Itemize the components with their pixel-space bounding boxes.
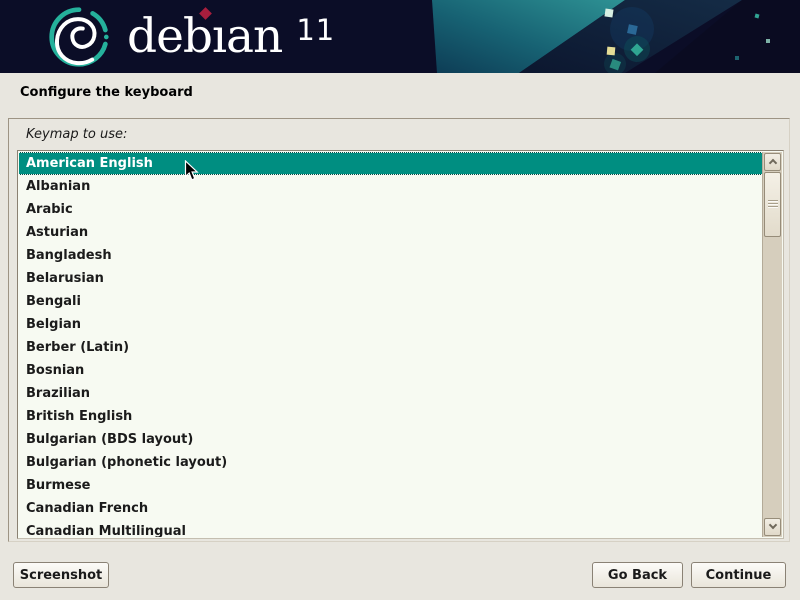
list-item[interactable]: British English (19, 405, 762, 428)
debian-wordmark: debıan (127, 0, 282, 73)
list-item[interactable]: Belgian (19, 313, 762, 336)
list-item[interactable]: Canadian Multilingual (19, 520, 762, 537)
list-item[interactable]: Bosnian (19, 359, 762, 382)
keymap-label: Keymap to use: (26, 127, 127, 142)
list-item[interactable]: Brazilian (19, 382, 762, 405)
keymap-rows: American EnglishAlbanianArabicAsturianBa… (19, 152, 762, 537)
list-item[interactable]: Bangladesh (19, 244, 762, 267)
list-item[interactable]: Bulgarian (BDS layout) (19, 428, 762, 451)
screenshot-button[interactable]: Screenshot (13, 562, 109, 588)
keymap-list[interactable]: American EnglishAlbanianArabicAsturianBa… (17, 150, 784, 539)
scrollbar-grip-icon (768, 200, 778, 208)
chevron-up-icon (768, 159, 776, 167)
list-item[interactable]: American English (19, 152, 762, 175)
list-item[interactable]: Asturian (19, 221, 762, 244)
list-item[interactable]: Belarusian (19, 267, 762, 290)
list-item[interactable]: Bengali (19, 290, 762, 313)
brand: debıan 11 (46, 0, 335, 73)
list-item[interactable]: Burmese (19, 474, 762, 497)
list-item[interactable]: Bulgarian (phonetic layout) (19, 451, 762, 474)
debian-swirl-icon (46, 5, 112, 69)
list-item[interactable]: Berber (Latin) (19, 336, 762, 359)
page-title: Configure the keyboard (20, 85, 193, 100)
list-item[interactable]: Albanian (19, 175, 762, 198)
scrollbar-thumb[interactable] (764, 172, 781, 237)
scrollbar[interactable] (762, 152, 782, 537)
list-item[interactable]: Arabic (19, 198, 762, 221)
list-item[interactable]: Canadian French (19, 497, 762, 520)
chevron-down-icon (768, 521, 776, 529)
banner: debıan 11 (0, 0, 800, 73)
go-back-button[interactable]: Go Back (592, 562, 683, 588)
keymap-frame: Keymap to use: American EnglishAlbanianA… (8, 118, 790, 542)
version-number: 11 (296, 13, 335, 47)
scroll-up-button[interactable] (764, 153, 781, 171)
scroll-down-button[interactable] (764, 518, 781, 536)
continue-button[interactable]: Continue (691, 562, 786, 588)
